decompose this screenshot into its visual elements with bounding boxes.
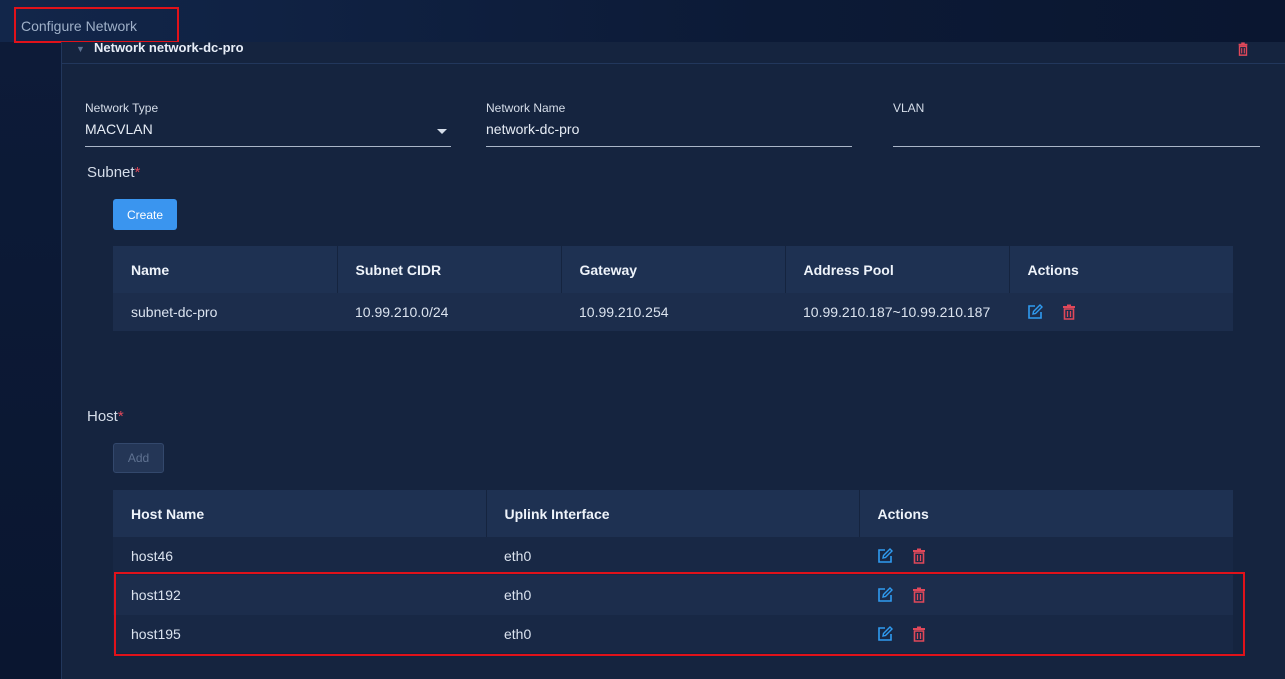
network-type-value[interactable]: MACVLAN bbox=[85, 121, 451, 139]
uplink-interface-cell: eth0 bbox=[486, 615, 859, 653]
network-name-underline bbox=[486, 146, 852, 147]
column-header-actions: Actions bbox=[859, 490, 1233, 537]
host-name-cell: host195 bbox=[113, 615, 486, 653]
subnet-gateway-cell: 10.99.210.254 bbox=[561, 293, 785, 331]
vlan-underline bbox=[893, 146, 1260, 147]
page-title: Configure Network bbox=[14, 7, 179, 43]
edit-icon[interactable] bbox=[1027, 304, 1043, 320]
subnet-table: Name Subnet CIDR Gateway Address Pool Ac… bbox=[113, 246, 1233, 331]
uplink-interface-cell: eth0 bbox=[486, 575, 859, 615]
trash-icon[interactable] bbox=[911, 548, 927, 564]
chevron-down-icon[interactable] bbox=[437, 129, 447, 134]
subnet-table-header: Name Subnet CIDR Gateway Address Pool Ac… bbox=[113, 246, 1233, 293]
host-section-label: Host* bbox=[87, 408, 124, 425]
column-header-gateway: Gateway bbox=[561, 246, 786, 293]
network-type-label: Network Type bbox=[85, 101, 159, 115]
subnet-section-label: Subnet* bbox=[87, 164, 140, 181]
subnet-name-cell: subnet-dc-pro bbox=[113, 293, 337, 331]
delete-network-trash-icon[interactable] bbox=[1236, 42, 1250, 56]
host-name-cell: host192 bbox=[113, 575, 486, 615]
network-panel-header[interactable]: ▼ Network network-dc-pro bbox=[62, 40, 1285, 64]
host-name-cell: host46 bbox=[113, 537, 486, 575]
trash-icon[interactable] bbox=[911, 626, 927, 642]
uplink-interface-cell: eth0 bbox=[486, 537, 859, 575]
host-table: Host Name Uplink Interface Actions host4… bbox=[113, 490, 1233, 653]
host-required-mark: * bbox=[117, 408, 124, 425]
table-row: host46 eth0 bbox=[113, 537, 1233, 575]
network-name-input[interactable]: network-dc-pro bbox=[486, 121, 852, 139]
network-name-label: Network Name bbox=[486, 101, 566, 115]
trash-icon[interactable] bbox=[911, 587, 927, 603]
table-row: host195 eth0 bbox=[113, 615, 1233, 653]
top-bar: Configure Network bbox=[0, 0, 1285, 43]
create-subnet-button[interactable]: Create bbox=[113, 199, 177, 230]
subnet-actions-cell bbox=[1009, 293, 1233, 331]
host-label: Host bbox=[87, 408, 118, 425]
collapse-caret-icon[interactable]: ▼ bbox=[76, 44, 85, 54]
sidebar-strip bbox=[0, 42, 61, 679]
subnet-cidr-cell: 10.99.210.0/24 bbox=[337, 293, 561, 331]
edit-icon[interactable] bbox=[877, 626, 893, 642]
network-type-select[interactable]: Network Type MACVLAN bbox=[85, 101, 451, 147]
table-row: subnet-dc-pro 10.99.210.0/24 10.99.210.2… bbox=[113, 293, 1233, 331]
column-header-address-pool: Address Pool bbox=[785, 246, 1010, 293]
column-header-actions: Actions bbox=[1009, 246, 1233, 293]
network-name-field[interactable]: Network Name network-dc-pro bbox=[486, 101, 852, 147]
network-type-underline bbox=[85, 146, 451, 147]
edit-icon[interactable] bbox=[877, 587, 893, 603]
column-header-name: Name bbox=[113, 246, 338, 293]
subnet-pool-cell: 10.99.210.187~10.99.210.187 bbox=[785, 293, 1009, 331]
host-actions-cell bbox=[859, 575, 1233, 615]
subnet-label: Subnet bbox=[87, 164, 135, 181]
network-panel: ▼ Network network-dc-pro Network Type MA… bbox=[61, 40, 1285, 679]
vlan-input[interactable] bbox=[893, 121, 1260, 139]
edit-icon[interactable] bbox=[877, 548, 893, 564]
vlan-label: VLAN bbox=[893, 101, 925, 115]
host-actions-cell bbox=[859, 537, 1233, 575]
table-row: host192 eth0 bbox=[113, 575, 1233, 615]
trash-icon[interactable] bbox=[1061, 304, 1077, 320]
add-host-button[interactable]: Add bbox=[113, 443, 164, 473]
column-header-uplink-interface: Uplink Interface bbox=[486, 490, 860, 537]
host-actions-cell bbox=[859, 615, 1233, 653]
network-panel-title: Network network-dc-pro bbox=[94, 40, 244, 55]
vlan-field[interactable]: VLAN bbox=[893, 101, 1260, 147]
subnet-required-mark: * bbox=[134, 164, 141, 181]
host-table-header: Host Name Uplink Interface Actions bbox=[113, 490, 1233, 537]
column-header-subnet-cidr: Subnet CIDR bbox=[337, 246, 562, 293]
column-header-host-name: Host Name bbox=[113, 490, 487, 537]
